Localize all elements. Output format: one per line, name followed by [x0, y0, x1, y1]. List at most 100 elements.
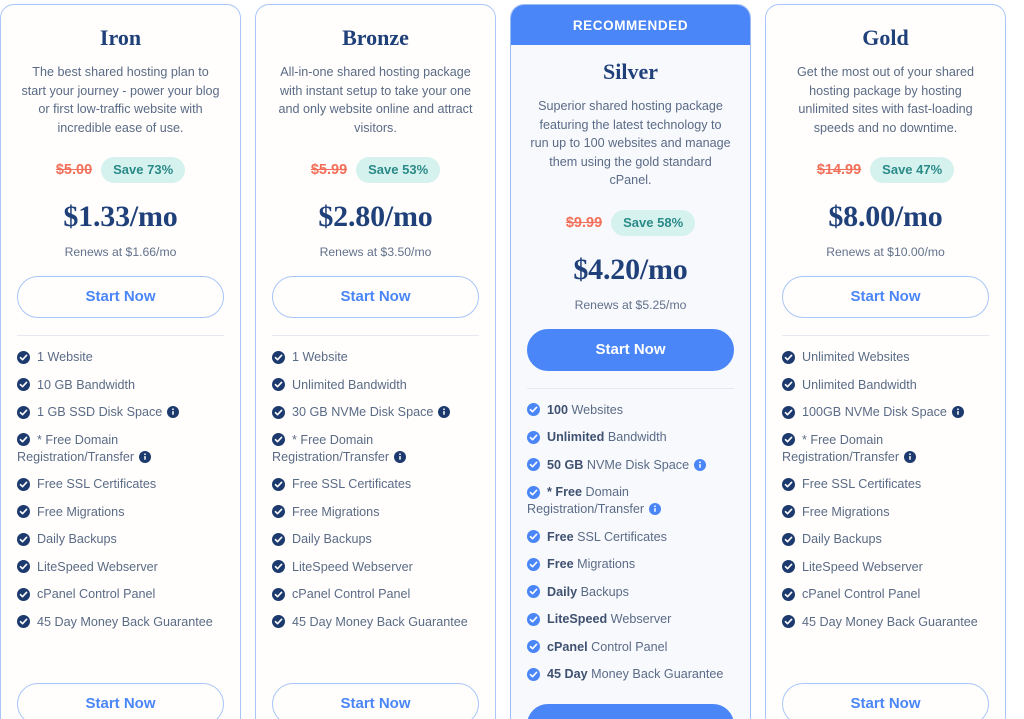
renewal-price: Renews at $3.50/mo [319, 245, 432, 259]
info-icon[interactable] [394, 450, 407, 463]
feature-label: LiteSpeed Webserver [37, 559, 158, 574]
price-save-row: $5.99 Save 53% [272, 157, 479, 183]
feature-label: 30 GB NVMe Disk Space [292, 405, 434, 419]
start-now-button-bottom[interactable]: Start Now [527, 703, 734, 719]
old-price: $14.99 [816, 162, 862, 178]
pricing-plans-grid: Iron The best shared hosting plan to star… [0, 0, 1024, 719]
info-icon[interactable] [694, 458, 707, 471]
price-save-row: $5.00 Save 73% [17, 157, 224, 183]
divider [17, 335, 224, 336]
feature-item: 45 Day Money Back Guarantee [782, 614, 989, 631]
feature-item: 50 GB NVMe Disk Space [527, 457, 734, 474]
info-icon[interactable] [438, 406, 451, 418]
feature-label: Unlimited Bandwidth [292, 377, 407, 392]
check-circle-icon [272, 532, 285, 546]
feature-highlight: cPanel [547, 639, 588, 654]
feature-item: Unlimited Websites [782, 349, 989, 366]
start-now-button-top[interactable]: Start Now [17, 276, 224, 318]
feature-label: 1 GB SSD Disk Space [37, 405, 163, 419]
renewal-price: Renews at $10.00/mo [826, 245, 945, 259]
plan-title: Gold [862, 25, 909, 50]
feature-label: Free SSL Certificates [802, 477, 922, 491]
current-price: $8.00/mo [828, 200, 943, 233]
feature-item: 1 Website [272, 349, 479, 366]
check-circle-icon [272, 477, 285, 491]
feature-list: 100 Websites Unlimited Bandwidth 50 GB NVM… [527, 402, 734, 694]
old-price: $9.99 [565, 214, 603, 231]
check-circle-icon [782, 477, 795, 491]
feature-item: Free SSL Certificates [272, 476, 479, 493]
start-now-button-bottom[interactable]: Start Now [272, 683, 479, 719]
check-circle-icon [527, 557, 540, 571]
check-circle-icon [17, 532, 30, 546]
feature-item: cPanel Control Panel [782, 586, 989, 603]
feature-list: 1 Website Unlimited Bandwidth 30 GB NVMe D… [272, 349, 479, 641]
feature-label: 100GB NVMe Disk Space [802, 405, 947, 419]
feature-item: Unlimited Bandwidth [527, 429, 734, 446]
info-icon[interactable] [951, 406, 964, 418]
feature-label: 45 Day Money Back Guarantee [37, 614, 213, 629]
check-circle-icon [527, 530, 540, 543]
check-circle-icon [17, 433, 30, 446]
check-circle-icon [272, 433, 285, 446]
check-circle-icon [272, 560, 285, 573]
start-now-button-top[interactable]: Start Now [527, 328, 734, 371]
start-now-button-top[interactable]: Start Now [782, 276, 989, 318]
check-circle-icon [527, 585, 540, 598]
feature-label: Webserver [607, 612, 672, 626]
info-icon[interactable] [167, 406, 180, 418]
feature-label: 1 Website [37, 350, 93, 364]
check-circle-icon [272, 505, 285, 518]
feature-item: 100 Websites [527, 402, 734, 419]
check-circle-icon [782, 405, 795, 419]
feature-item: Daily Backups [272, 531, 479, 548]
feature-item: Free SSL Certificates [782, 476, 989, 493]
feature-list: Unlimited Websites Unlimited Bandwidth 100… [782, 349, 989, 641]
feature-label: Unlimited Websites [802, 350, 910, 364]
current-price: $4.20/mo [573, 252, 688, 286]
plan-title: Iron [99, 25, 142, 50]
feature-label: Daily Backups [292, 532, 372, 546]
feature-label: Free SSL Certificates [292, 477, 412, 491]
start-now-button-bottom[interactable]: Start Now [782, 683, 989, 719]
start-now-button-top[interactable]: Start Now [272, 276, 479, 318]
feature-item: Unlimited Bandwidth [782, 377, 989, 394]
feature-item: Free Migrations [527, 556, 734, 573]
check-circle-icon [527, 403, 540, 416]
old-price: $5.00 [55, 162, 93, 178]
feature-label: Daily Backups [802, 532, 882, 546]
feature-item: * Free Domain Registration/Transfer [17, 432, 224, 466]
info-icon[interactable] [139, 450, 152, 463]
current-price: $1.33/mo [63, 200, 178, 233]
feature-label: cPanel Control Panel [802, 587, 921, 601]
check-circle-icon [527, 430, 540, 444]
renewal-price: Renews at $5.25/mo [574, 297, 687, 312]
feature-label: * Free Domain Registration/Transfer [272, 432, 390, 464]
feature-list: 1 Website 10 GB Bandwidth 1 GB SSD Disk Sp… [17, 349, 224, 641]
check-circle-icon [782, 433, 795, 446]
feature-label: SSL Certificates [573, 529, 667, 544]
card-body: Iron The best shared hosting plan to star… [1, 5, 240, 719]
info-icon[interactable] [649, 503, 662, 515]
feature-label: Control Panel [587, 639, 668, 654]
price-save-row: $14.99 Save 47% [782, 157, 989, 183]
divider [272, 335, 479, 336]
save-badge: Save 53% [356, 157, 441, 183]
info-icon[interactable] [904, 450, 917, 463]
check-circle-icon [17, 505, 30, 518]
feature-item: LiteSpeed Webserver [17, 559, 224, 576]
feature-item: * Free Domain Registration/Transfer [527, 484, 734, 518]
pricing-card-iron: Iron The best shared hosting plan to star… [0, 4, 241, 719]
card-body: Silver Superior shared hosting package fe… [511, 45, 750, 719]
feature-item: * Free Domain Registration/Transfer [782, 432, 989, 466]
feature-highlight: Free [547, 529, 574, 544]
feature-label: NVMe Disk Space [583, 457, 690, 472]
feature-highlight: Daily [547, 584, 578, 599]
plan-description: The best shared hosting plan to start yo… [21, 65, 220, 135]
check-circle-icon [782, 615, 795, 628]
check-circle-icon [17, 587, 30, 601]
price-save-row: $9.99 Save 58% [527, 209, 734, 236]
feature-item: cPanel Control Panel [527, 639, 734, 656]
start-now-button-bottom[interactable]: Start Now [17, 683, 224, 719]
